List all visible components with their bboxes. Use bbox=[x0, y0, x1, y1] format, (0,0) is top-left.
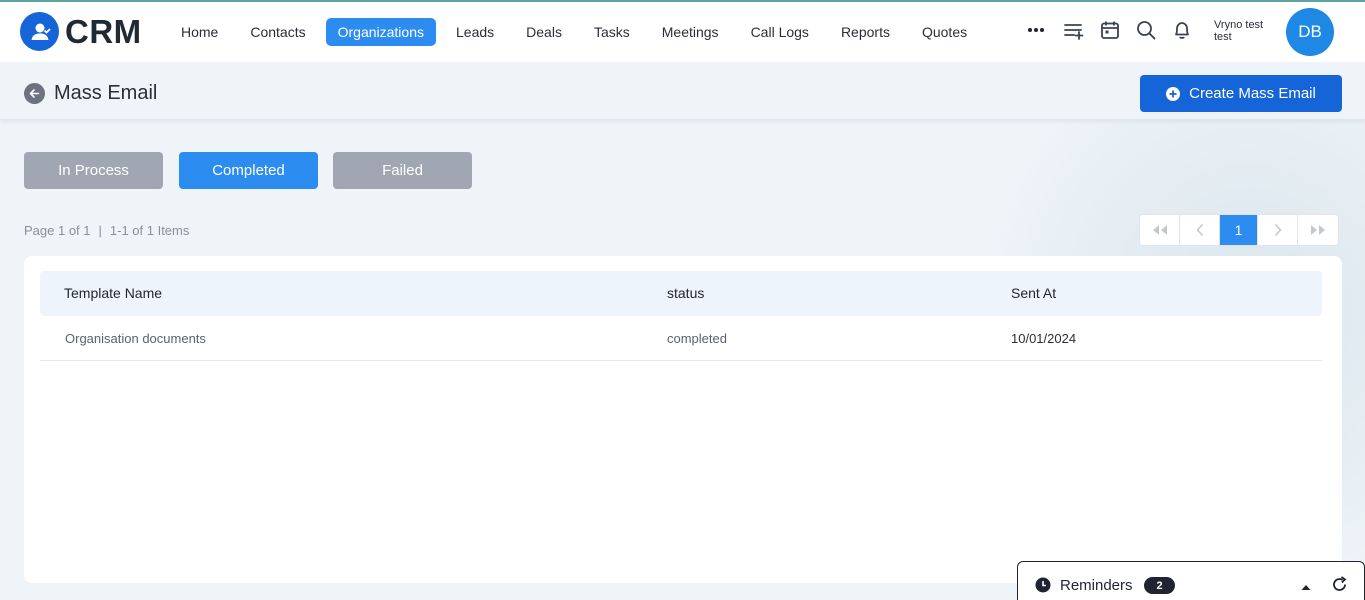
table-header: Template Name status Sent At bbox=[40, 271, 1322, 316]
clock-icon bbox=[1035, 577, 1051, 598]
reminders-panel[interactable]: Reminders 2 bbox=[1017, 561, 1365, 600]
last-page-icon[interactable] bbox=[1298, 215, 1338, 245]
column-header-sent-at[interactable]: Sent At bbox=[1011, 285, 1056, 301]
cell-status: completed bbox=[667, 331, 727, 346]
pagination-controls: 1 bbox=[1139, 214, 1339, 246]
nav-item-call-logs[interactable]: Call Logs bbox=[735, 18, 825, 46]
back-arrow-icon[interactable] bbox=[24, 83, 45, 104]
refresh-icon[interactable] bbox=[1331, 576, 1348, 598]
more-icon[interactable] bbox=[1022, 16, 1050, 44]
nav-item-quotes[interactable]: Quotes bbox=[906, 18, 983, 46]
page-header: Mass Email Create Mass Email bbox=[0, 62, 1365, 120]
create-mass-email-label: Create Mass Email bbox=[1189, 85, 1316, 102]
tab-completed[interactable]: Completed bbox=[179, 152, 318, 189]
add-list-icon[interactable] bbox=[1060, 16, 1088, 44]
plus-circle-icon bbox=[1166, 86, 1181, 101]
cell-template-name[interactable]: Organisation documents bbox=[65, 331, 206, 346]
page-title: Mass Email bbox=[54, 82, 158, 104]
mass-email-table-card: Template Name status Sent At Organisatio… bbox=[24, 256, 1342, 583]
bell-icon[interactable] bbox=[1168, 16, 1196, 44]
reminders-count-badge: 2 bbox=[1144, 577, 1175, 594]
first-page-icon[interactable] bbox=[1140, 215, 1180, 245]
tab-in-process[interactable]: In Process bbox=[24, 152, 163, 189]
nav-item-home[interactable]: Home bbox=[165, 18, 234, 46]
next-page-icon[interactable] bbox=[1258, 215, 1298, 245]
reminders-label: Reminders bbox=[1060, 577, 1133, 594]
nav-item-reports[interactable]: Reports bbox=[825, 18, 906, 46]
page-count-text: Page 1 of 1 bbox=[24, 223, 91, 238]
pagination-separator: | bbox=[98, 223, 102, 238]
nav-item-tasks[interactable]: Tasks bbox=[578, 18, 646, 46]
nav-icon-group bbox=[1022, 16, 1202, 44]
items-count-text: 1-1 of 1 Items bbox=[109, 223, 190, 238]
avatar[interactable]: DB bbox=[1286, 8, 1334, 56]
main-nav: Home Contacts Organizations Leads Deals … bbox=[165, 18, 983, 46]
user-name[interactable]: Vryno test test bbox=[1214, 19, 1278, 43]
logo-user-icon bbox=[20, 12, 59, 51]
create-mass-email-button[interactable]: Create Mass Email bbox=[1140, 75, 1342, 112]
nav-item-contacts[interactable]: Contacts bbox=[234, 18, 321, 46]
column-header-status[interactable]: status bbox=[667, 285, 704, 301]
logo-text: CRM bbox=[65, 12, 142, 50]
nav-item-meetings[interactable]: Meetings bbox=[646, 18, 735, 46]
calendar-icon[interactable] bbox=[1096, 16, 1124, 44]
search-icon[interactable] bbox=[1132, 16, 1160, 44]
column-header-template-name[interactable]: Template Name bbox=[64, 285, 162, 301]
prev-page-icon[interactable] bbox=[1180, 215, 1220, 245]
nav-item-organizations[interactable]: Organizations bbox=[325, 18, 436, 46]
caret-up-icon[interactable] bbox=[1300, 578, 1312, 596]
pagination-info: Page 1 of 1 | 1-1 of 1 Items bbox=[24, 223, 189, 238]
top-navbar: CRM Home Contacts Organizations Leads De… bbox=[0, 2, 1365, 62]
table-row[interactable]: Organisation documents completed 10/01/2… bbox=[40, 316, 1322, 361]
nav-item-deals[interactable]: Deals bbox=[510, 18, 578, 46]
nav-item-leads[interactable]: Leads bbox=[440, 18, 510, 46]
app-logo[interactable]: CRM bbox=[20, 12, 142, 51]
tab-failed[interactable]: Failed bbox=[333, 152, 472, 189]
cell-sent-at: 10/01/2024 bbox=[1011, 331, 1077, 346]
page-number-button[interactable]: 1 bbox=[1220, 215, 1258, 245]
